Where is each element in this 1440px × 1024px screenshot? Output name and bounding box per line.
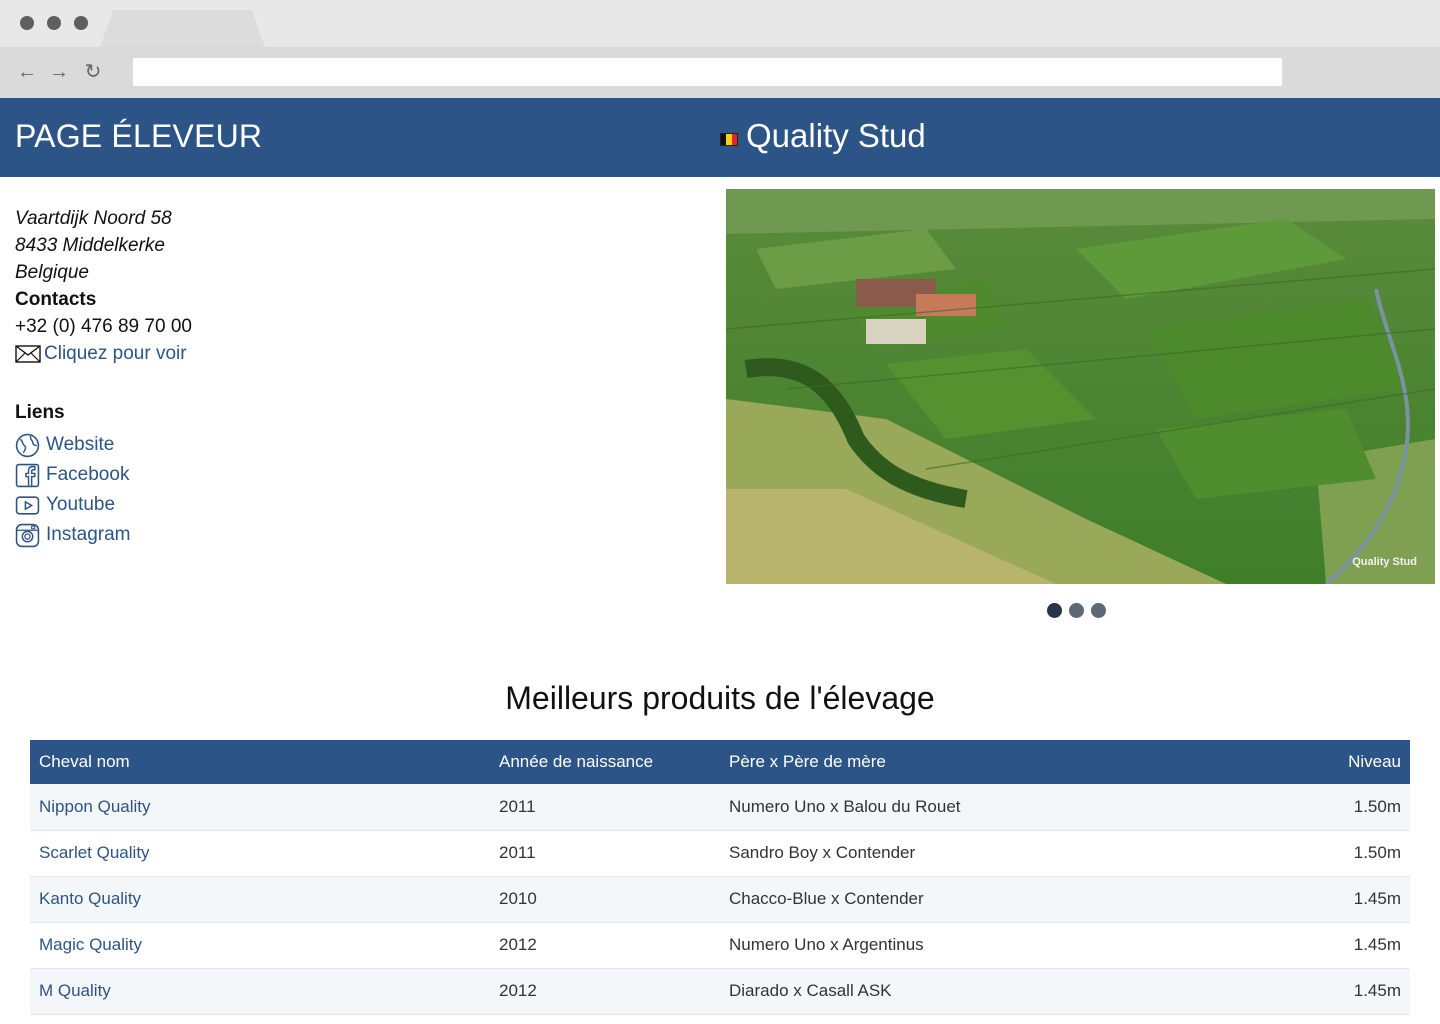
phone-number: +32 (0) 476 89 70 00 [15, 316, 192, 337]
carousel-dot[interactable] [1091, 603, 1106, 618]
pedigree: Diarado x Casall ASK [729, 981, 892, 1000]
products-table: Cheval nom Année de naissance Père x Pèr… [30, 740, 1410, 1015]
horse-name-link[interactable]: Kanto Quality [30, 876, 490, 922]
link-label: Website [46, 434, 115, 455]
envelope-icon [15, 344, 41, 363]
breeder-info: Vaartdijk Noord 58 8433 Middelkerke Belg… [15, 205, 192, 367]
contacts-heading: Contacts [15, 289, 97, 310]
forward-arrow-icon[interactable]: → [47, 60, 71, 84]
table-row: Nippon Quality 2011 Numero Uno x Balou d… [30, 784, 1410, 830]
minimize-window-dot[interactable] [47, 16, 61, 30]
pedigree: Numero Uno x Argentinus [729, 935, 924, 954]
carousel-dot[interactable] [1069, 603, 1084, 618]
facebook-icon [15, 463, 40, 487]
carousel-dots [1047, 603, 1106, 618]
link-label: Facebook [46, 464, 130, 485]
level: 1.45m [1353, 981, 1401, 1000]
level: 1.45m [1353, 935, 1401, 954]
horse-name-link[interactable]: M Quality [30, 968, 490, 1014]
address-line: 8433 Middelkerke [15, 235, 165, 256]
link-label: Instagram [46, 524, 131, 545]
browser-tab[interactable] [100, 10, 265, 47]
stud-name: Quality Stud [746, 117, 926, 154]
email-link-label: Cliquez pour voir [44, 343, 187, 364]
address-line: Vaartdijk Noord 58 [15, 208, 172, 229]
page-title: PAGE ÉLEVEUR [15, 118, 263, 154]
link-facebook[interactable]: Facebook [15, 460, 130, 490]
window-controls [20, 16, 88, 30]
link-website[interactable]: Website [15, 430, 130, 460]
column-header[interactable]: Niveau [1257, 740, 1410, 784]
email-link[interactable]: Cliquez pour voir [15, 340, 192, 367]
pedigree: Numero Uno x Balou du Rouet [729, 796, 961, 816]
address-bar[interactable] [133, 58, 1282, 86]
link-label: Youtube [46, 494, 116, 515]
pedigree: Sandro Boy x Contender [729, 843, 916, 862]
reload-icon[interactable]: ↻ [81, 60, 105, 84]
column-header[interactable]: Cheval nom [30, 740, 490, 784]
level: 1.50m [1353, 796, 1401, 816]
address-country: Belgique [15, 262, 89, 283]
back-arrow-icon[interactable]: ← [15, 60, 39, 84]
links-heading: Liens [15, 402, 65, 423]
instagram-icon [15, 523, 40, 547]
maximize-window-dot[interactable] [74, 16, 88, 30]
link-youtube[interactable]: Youtube [15, 490, 130, 520]
birth-year: 2011 [499, 796, 536, 816]
level: 1.50m [1353, 843, 1401, 862]
column-header[interactable]: Père x Père de mère [720, 740, 1257, 784]
table-row: Kanto Quality 2010 Chacco-Blue x Contend… [30, 876, 1410, 922]
photo-caption: Quality Stud [1352, 556, 1417, 568]
youtube-icon [15, 495, 40, 515]
table-row: M Quality 2012 Diarado x Casall ASK 1.45… [30, 968, 1410, 1014]
close-window-dot[interactable] [20, 16, 34, 30]
stud-photo[interactable]: Quality Stud [726, 189, 1435, 584]
birth-year: 2012 [499, 981, 537, 1000]
birth-year: 2012 [499, 935, 537, 954]
table-header-row: Cheval nom Année de naissance Père x Pèr… [30, 740, 1410, 784]
horse-name-link[interactable]: Magic Quality [30, 922, 490, 968]
belgium-flag-icon [720, 132, 738, 146]
column-header[interactable]: Année de naissance [490, 740, 720, 784]
stud-title: Quality Stud [720, 117, 926, 155]
birth-year: 2011 [499, 843, 536, 862]
links-section: Liens Website Facebook Youtube Instagram [15, 400, 130, 550]
carousel-dot[interactable] [1047, 603, 1062, 618]
table-row: Magic Quality 2012 Numero Uno x Argentin… [30, 922, 1410, 968]
birth-year: 2010 [499, 889, 537, 908]
pedigree: Chacco-Blue x Contender [729, 889, 924, 908]
link-instagram[interactable]: Instagram [15, 520, 130, 550]
horse-name-link[interactable]: Scarlet Quality [30, 830, 490, 876]
products-title: Meilleurs produits de l'élevage [505, 680, 935, 716]
globe-icon [15, 433, 40, 457]
level: 1.45m [1353, 889, 1401, 908]
table-row: Scarlet Quality 2011 Sandro Boy x Conten… [30, 830, 1410, 876]
horse-name-link[interactable]: Nippon Quality [30, 784, 490, 830]
aerial-farm-image [726, 189, 1435, 584]
